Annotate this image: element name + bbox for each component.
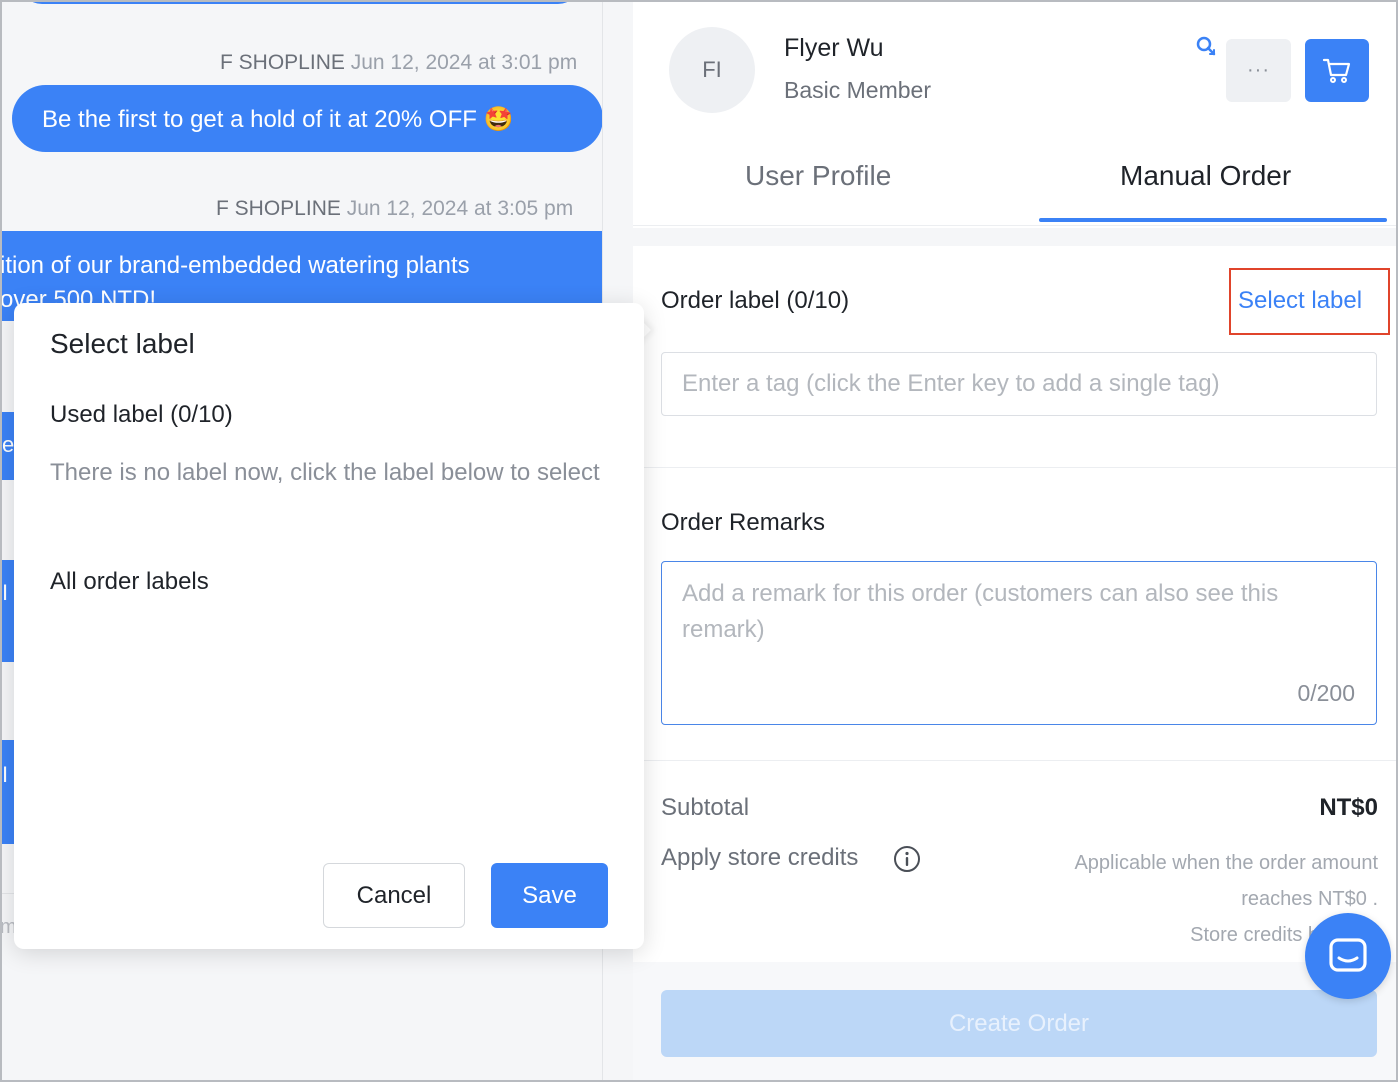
message-meta: F SHOPLINE Jun 12, 2024 at 3:05 pm bbox=[216, 197, 573, 221]
remarks-placeholder: Add a remark for this order (customers c… bbox=[682, 580, 1279, 643]
save-button[interactable]: Save bbox=[491, 863, 608, 928]
message-time: Jun 12, 2024 at 3:05 pm bbox=[346, 197, 574, 220]
chat-bubble-text: ition of our brand-embedded watering pla… bbox=[0, 252, 470, 279]
chat-bubble-text: I bbox=[2, 762, 9, 787]
avatar: FI bbox=[669, 27, 755, 113]
divider bbox=[633, 467, 1398, 468]
tag-input[interactable] bbox=[661, 352, 1377, 416]
order-label-title: Order label (0/10) bbox=[661, 287, 850, 314]
empty-label-message: There is no label now, click the label b… bbox=[50, 459, 600, 486]
chat-bubble-text: I bbox=[2, 580, 9, 605]
chat-bubble-partial bbox=[20, 0, 580, 4]
chat-bubble-text: e bbox=[2, 432, 15, 457]
chat-bubble: Be the first to get a hold of it at 20% … bbox=[12, 85, 603, 152]
info-icon[interactable] bbox=[893, 845, 921, 873]
select-label-popover: Select label Used label (0/10) There is … bbox=[14, 303, 644, 949]
chat-bubble-partial: I bbox=[0, 740, 14, 844]
more-button[interactable]: ··· bbox=[1226, 39, 1291, 102]
remarks-textarea[interactable]: Add a remark for this order (customers c… bbox=[661, 561, 1377, 725]
tab-active-indicator bbox=[1039, 218, 1387, 222]
user-tier: Basic Member bbox=[784, 77, 931, 103]
message-sender: F SHOPLINE bbox=[220, 51, 345, 74]
more-icon: ··· bbox=[1247, 59, 1270, 81]
order-panel: FI Flyer Wu Basic Member ··· User Profil… bbox=[633, 0, 1398, 1082]
subtotal-label: Subtotal bbox=[661, 794, 750, 821]
tab-user-profile[interactable]: User Profile bbox=[745, 160, 891, 192]
order-remarks-title: Order Remarks bbox=[661, 509, 826, 536]
cancel-button[interactable]: Cancel bbox=[323, 863, 465, 928]
avatar-initials: FI bbox=[702, 57, 722, 82]
store-credits-note-line: Applicable when the order amount reaches… bbox=[1074, 852, 1378, 910]
subtotal-value: NT$0 bbox=[1319, 794, 1378, 821]
used-label-heading: Used label (0/10) bbox=[50, 401, 233, 428]
remarks-char-count: 0/200 bbox=[1297, 680, 1355, 706]
section-separator bbox=[633, 228, 1398, 246]
message-sender: F SHOPLINE bbox=[216, 197, 341, 220]
chat-bubble-partial: e bbox=[0, 412, 14, 480]
chat-support-button[interactable] bbox=[1305, 913, 1391, 999]
store-credits-label: Apply store credits bbox=[661, 844, 859, 871]
popover-title: Select label bbox=[50, 328, 195, 359]
tab-bar: User Profile Manual Order bbox=[633, 140, 1398, 226]
chat-bubble-text: Be the first to get a hold of it at 20% … bbox=[42, 106, 514, 133]
message-meta: F SHOPLINE Jun 12, 2024 at 3:01 pm bbox=[220, 51, 577, 75]
message-time: Jun 12, 2024 at 3:01 pm bbox=[350, 51, 578, 74]
refresh-icon[interactable] bbox=[1195, 35, 1217, 57]
user-name: Flyer Wu bbox=[784, 34, 884, 62]
chat-bubble-partial: I bbox=[0, 560, 14, 662]
chat-icon bbox=[1329, 938, 1367, 972]
divider bbox=[633, 760, 1398, 761]
create-order-button[interactable]: Create Order bbox=[661, 990, 1377, 1057]
select-label-link[interactable]: Select label bbox=[1238, 287, 1362, 315]
tab-manual-order[interactable]: Manual Order bbox=[1120, 160, 1291, 192]
cart-icon bbox=[1322, 58, 1351, 83]
all-order-labels-heading: All order labels bbox=[50, 568, 209, 595]
cart-button[interactable] bbox=[1305, 39, 1369, 102]
